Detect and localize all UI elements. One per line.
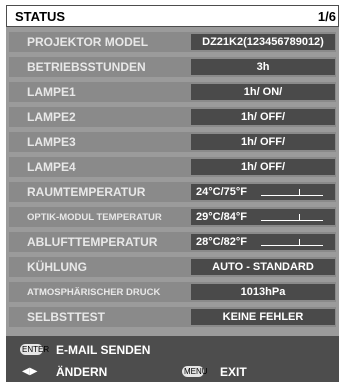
row-value: AUTO - STANDARD [191,259,335,275]
row-lamp4: LAMPE4 1h/ OFF/ [9,157,336,177]
temperature-text: 24°C/75°F [196,186,247,198]
row-label: LAMPE4 [27,160,76,174]
row-exhaust-temperature: ABLUFTTEMPERATUR 28°C/82°F [9,232,336,252]
footer-help-bar: ENTER E-MAIL SENDEN ◀▶ ÄNDERN MENU EXIT [6,336,339,382]
row-value: 1h/ OFF/ [191,134,335,150]
row-operating-hours: BETRIEBSSTUNDEN 3h [9,57,336,77]
row-atmospheric-pressure: ATMOSPHÄRISCHER DRUCK 1013hPa [9,282,336,302]
row-label: RAUMTEMPERATUR [27,185,146,199]
row-value: 1h/ ON/ [191,84,335,100]
row-label: BETRIEBSSTUNDEN [27,60,146,74]
status-panel: STATUS 1/6 PROJEKTOR MODEL DZ21K2(123456… [6,5,339,382]
temperature-gauge [261,195,323,196]
page-indicator: 1/6 [317,9,336,24]
row-value: 1h/ OFF/ [191,109,335,125]
exit-hint: EXIT [220,365,247,379]
temperature-text: 28°C/82°F [196,236,247,248]
temperature-gauge-marker [299,239,300,246]
row-cooling: KÜHLUNG AUTO - STANDARD [9,257,336,277]
temperature-gauge-marker [299,214,300,221]
row-lamp2: LAMPE2 1h/ OFF/ [9,107,336,127]
menu-key-icon: MENU [182,366,208,377]
row-value: DZ21K2(123456789012) [191,34,335,50]
temperature-text: 29°C/84°F [196,211,247,223]
row-lamp3: LAMPE3 1h/ OFF/ [9,132,336,152]
left-right-arrows-icon: ◀▶ [22,366,38,377]
row-optics-temperature: OPTIK-MODUL TEMPERATUR 29°C/84°F [9,207,336,227]
row-label: LAMPE1 [27,85,76,99]
email-send-hint: E-MAIL SENDEN [56,343,151,357]
panel-header: STATUS 1/6 [6,5,339,27]
row-lamp1: LAMPE1 1h/ ON/ [9,82,336,102]
temperature-value: 28°C/82°F [191,234,335,250]
row-label: OPTIK-MODUL TEMPERATUR [27,212,162,223]
temperature-gauge [261,220,323,221]
row-label: SELBSTTEST [27,310,106,324]
temperature-value: 29°C/84°F [191,209,335,225]
enter-key-icon: ENTER [20,344,50,355]
row-value: 1h/ OFF/ [191,159,335,175]
change-hint: ÄNDERN [56,365,108,379]
row-label: LAMPE3 [27,135,76,149]
row-label: PROJEKTOR MODEL [27,35,149,49]
row-label: ATMOSPHÄRISCHER DRUCK [27,287,161,298]
row-label: LAMPE2 [27,110,76,124]
temperature-gauge-marker [299,189,300,196]
row-label: ABLUFTTEMPERATUR [27,235,158,249]
temperature-gauge [261,245,323,246]
row-label: KÜHLUNG [27,260,87,274]
row-self-test: SELBSTTEST KEINE FEHLER [9,307,336,327]
temperature-value: 24°C/75°F [191,184,335,200]
row-value: 3h [191,59,335,75]
row-value: KEINE FEHLER [191,309,335,325]
page-title: STATUS [15,9,66,24]
row-projector-model: PROJEKTOR MODEL DZ21K2(123456789012) [9,32,336,52]
row-value: 1013hPa [191,284,335,300]
row-room-temperature: RAUMTEMPERATUR 24°C/75°F [9,182,336,202]
